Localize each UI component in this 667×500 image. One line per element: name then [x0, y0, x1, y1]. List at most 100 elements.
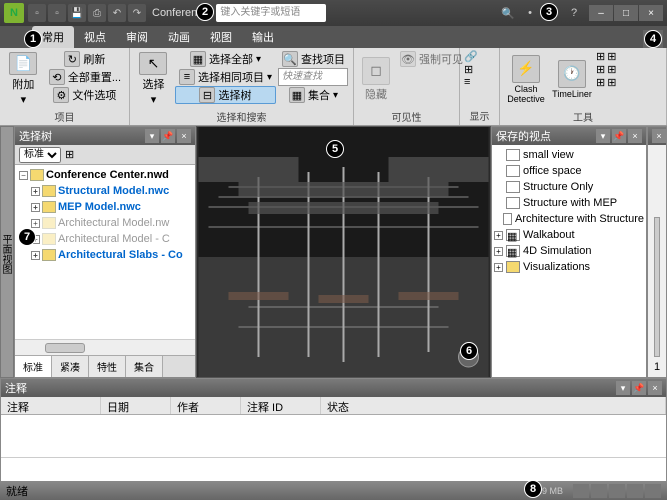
tree-tab-properties[interactable]: 特性 — [89, 356, 126, 377]
comment-text-area[interactable] — [1, 457, 666, 481]
key-icon[interactable]: • — [521, 4, 539, 22]
maximize-button[interactable]: □ — [614, 5, 638, 21]
viewpoint-item[interactable]: Structure Only — [494, 179, 644, 195]
qat-new-icon[interactable]: ▫ — [28, 4, 46, 22]
file-options-button[interactable]: ⚙文件选项 — [45, 86, 125, 104]
status-btn-3[interactable] — [609, 484, 625, 498]
tree-node-root[interactable]: −Conference Center.nwd — [17, 167, 193, 183]
tree-mode-select[interactable]: 标准 — [19, 147, 61, 163]
status-btn-1[interactable] — [573, 484, 589, 498]
qat-undo-icon[interactable]: ↶ — [108, 4, 126, 22]
column-comment[interactable]: 注释 — [1, 397, 101, 414]
ribbon-tab-animation[interactable]: 动画 — [158, 26, 200, 48]
panel-menu-icon[interactable]: ▾ — [596, 129, 610, 143]
tree-tab-sets[interactable]: 集合 — [126, 356, 163, 377]
tree-node[interactable]: +Architectural Model.nw — [17, 215, 193, 231]
expand-icon[interactable]: + — [31, 187, 40, 196]
properties-header[interactable]: × — [648, 127, 666, 145]
selection-tree-button[interactable]: ⊟选择树 — [175, 86, 276, 104]
viewpoint-item[interactable]: Structure with MEP — [494, 195, 644, 211]
panel-menu-icon[interactable]: ▾ — [145, 129, 159, 143]
tree-tab-standard[interactable]: 标准 — [15, 356, 52, 377]
panel-pin-icon[interactable]: 📌 — [632, 381, 646, 395]
3d-viewport[interactable] — [196, 126, 491, 378]
tree-tool-icon[interactable]: ⊞ — [65, 148, 74, 161]
qat-save-icon[interactable]: 💾 — [68, 4, 86, 22]
status-btn-4[interactable] — [627, 484, 643, 498]
column-date[interactable]: 日期 — [101, 397, 171, 414]
tool-icon-4[interactable]: ⊞ — [607, 50, 616, 63]
panel-close-icon[interactable]: × — [628, 129, 642, 143]
force-visible-button[interactable]: 👁强制可见 — [396, 50, 467, 68]
expand-icon[interactable]: + — [494, 263, 503, 272]
expand-icon[interactable]: + — [494, 231, 503, 240]
expand-icon[interactable]: + — [31, 251, 40, 260]
tree-node[interactable]: +Structural Model.nwc — [17, 183, 193, 199]
status-btn-2[interactable] — [591, 484, 607, 498]
sets-button[interactable]: ▦集合▾ — [278, 86, 349, 104]
column-id[interactable]: 注释 ID — [241, 397, 321, 414]
find-items-button[interactable]: 🔍查找项目 — [278, 50, 349, 68]
tree-node[interactable]: +MEP Model.nwc — [17, 199, 193, 215]
ribbon-tab-viewpoint[interactable]: 视点 — [74, 26, 116, 48]
tree-tab-compact[interactable]: 紧凑 — [52, 356, 89, 377]
expand-icon[interactable]: + — [31, 203, 40, 212]
tool-icon-2[interactable]: ⊞ — [596, 63, 605, 76]
close-button[interactable]: × — [639, 5, 663, 21]
panel-close-icon[interactable]: × — [177, 129, 191, 143]
app-logo[interactable]: N — [4, 3, 24, 23]
tool-icon-6[interactable]: ⊞ — [607, 76, 616, 89]
expand-icon[interactable]: + — [31, 219, 40, 228]
refresh-button[interactable]: ↻刷新 — [45, 50, 125, 68]
clash-button[interactable]: ⚡ Clash Detective — [504, 50, 548, 108]
vertical-slider[interactable] — [654, 217, 660, 357]
tool-icon-3[interactable]: ⊞ — [596, 76, 605, 89]
viewpoint-item[interactable]: office space — [494, 163, 644, 179]
scrollbar-thumb[interactable] — [45, 343, 85, 353]
viewpoint-item[interactable]: +Visualizations — [494, 259, 644, 275]
viewpoint-item[interactable]: +▦4D Simulation — [494, 243, 644, 259]
panel-pin-icon[interactable]: 📌 — [612, 129, 626, 143]
panel-close-icon[interactable]: × — [648, 381, 662, 395]
viewpoint-item[interactable]: +▦Walkabout — [494, 227, 644, 243]
quick-find-input[interactable]: 快速查找 — [278, 68, 348, 86]
panel-menu-icon[interactable]: ▾ — [616, 381, 630, 395]
viewpoint-item[interactable]: Architecture with Structure — [494, 211, 644, 227]
tree-horizontal-scrollbar[interactable] — [15, 339, 195, 355]
viewpoint-item[interactable]: small view — [494, 147, 644, 163]
saved-viewpoints-header[interactable]: 保存的视点 ▾ 📌 × — [492, 127, 646, 145]
select-button[interactable]: ↖ 选择 ▾ — [134, 50, 173, 108]
tool-icon-1[interactable]: ⊞ — [596, 50, 605, 63]
expand-icon[interactable]: + — [494, 247, 503, 256]
tool-icon-5[interactable]: ⊞ — [607, 63, 616, 76]
display-icon-3[interactable]: ≡ — [464, 76, 478, 88]
select-all-button[interactable]: ▦选择全部▾ — [175, 50, 276, 68]
help-search-input[interactable]: 键入关键字或短语 — [216, 4, 326, 22]
plan-view-tab[interactable]: 平面视图 — [0, 126, 14, 378]
panel-pin-icon[interactable]: 📌 — [161, 129, 175, 143]
minimize-button[interactable]: – — [589, 5, 613, 21]
viewpoints-body[interactable]: small view office space Structure Only S… — [492, 145, 646, 377]
comments-header[interactable]: 注释 ▾ 📌 × — [1, 379, 666, 397]
comments-grid-body[interactable] — [1, 415, 666, 457]
hide-button[interactable]: ◻ 隐藏 — [358, 50, 394, 108]
ribbon-tab-view[interactable]: 视图 — [200, 26, 242, 48]
tree-node[interactable]: +Architectural Slabs - Co — [17, 247, 193, 263]
status-btn-5[interactable] — [645, 484, 661, 498]
binoculars-icon[interactable]: 🔍 — [499, 4, 517, 22]
reset-all-button[interactable]: ⟲全部重置... — [45, 68, 125, 86]
qat-open-icon[interactable]: ▫ — [48, 4, 66, 22]
collapse-icon[interactable]: − — [19, 171, 28, 180]
panel-close-icon[interactable]: × — [652, 129, 666, 143]
ribbon-tab-review[interactable]: 审阅 — [116, 26, 158, 48]
help-icon[interactable]: ? — [565, 4, 583, 22]
qat-redo-icon[interactable]: ↷ — [128, 4, 146, 22]
timeliner-button[interactable]: 🕐 TimeLiner — [550, 50, 594, 108]
select-same-button[interactable]: ≡选择相同项目▾ — [175, 68, 276, 86]
column-status[interactable]: 状态 — [321, 397, 666, 414]
qat-print-icon[interactable]: ⎙ — [88, 4, 106, 22]
tree-node[interactable]: +Architectural Model - C — [17, 231, 193, 247]
column-author[interactable]: 作者 — [171, 397, 241, 414]
selection-tree-header[interactable]: 选择树 ▾ 📌 × — [15, 127, 195, 145]
ribbon-tab-output[interactable]: 输出 — [242, 26, 284, 48]
